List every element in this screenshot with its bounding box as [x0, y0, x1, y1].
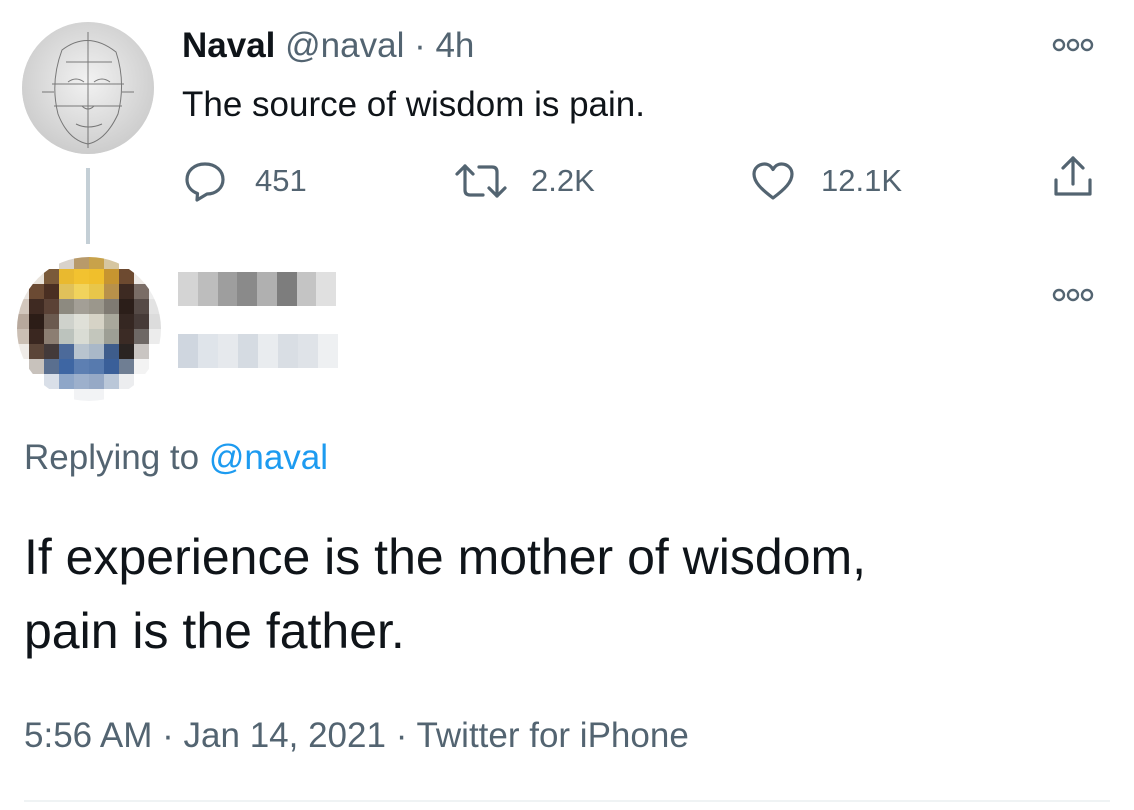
reply-tweet-text: If experience is the mother of wisdom, p…	[24, 520, 1104, 668]
replying-to-mention[interactable]: @naval	[209, 438, 328, 477]
tweet-source: Twitter for iPhone	[416, 716, 689, 755]
author-handle[interactable]: @naval	[285, 26, 404, 65]
reply-text-line-1: If experience is the mother of wisdom,	[24, 529, 867, 585]
parent-tweet-text: The source of wisdom is pain.	[182, 85, 645, 124]
replying-to-line: Replying to @naval	[24, 436, 328, 480]
thread-connector-line	[86, 168, 90, 244]
tweet-metadata: 5:56 AM · Jan 14, 2021 · Twitter for iPh…	[24, 714, 689, 758]
tweet-time[interactable]: 4h	[435, 26, 474, 65]
retweet-icon	[455, 164, 507, 198]
avatar-naval[interactable]	[22, 22, 154, 154]
parent-more-options-button[interactable]	[1052, 36, 1094, 54]
meta-separator-1: ·	[162, 716, 174, 755]
meta-separator-2: ·	[395, 716, 408, 755]
replying-to-label: Replying to	[24, 438, 200, 477]
like-button[interactable]: 12.1K	[751, 160, 902, 202]
tweet-date[interactable]: Jan 14, 2021	[184, 716, 386, 755]
pixelated-avatar-icon[interactable]	[17, 257, 161, 401]
more-options-icon	[1052, 38, 1094, 52]
reply-more-options-button[interactable]	[1052, 286, 1094, 304]
obscured-display-name	[178, 272, 336, 306]
reply-text-line-2: pain is the father.	[24, 603, 405, 659]
reply-count: 451	[255, 163, 307, 198]
retweet-button[interactable]: 2.2K	[453, 160, 595, 202]
tweet-timestamp[interactable]: 5:56 AM	[24, 716, 152, 755]
obscured-handle	[178, 334, 338, 368]
retweet-count: 2.2K	[531, 163, 595, 198]
heart-icon	[752, 162, 794, 200]
bottom-divider	[24, 800, 1110, 802]
parent-tweet-header: Naval @naval · 4h	[182, 26, 474, 66]
like-count: 12.1K	[821, 163, 903, 198]
header-separator: ·	[414, 26, 426, 65]
share-button[interactable]	[1051, 156, 1095, 198]
comment-icon	[185, 162, 225, 202]
sketched-face-avatar-icon	[22, 22, 154, 154]
more-options-icon	[1052, 288, 1094, 302]
author-display-name[interactable]: Naval	[182, 26, 275, 65]
share-icon	[1054, 156, 1092, 196]
reply-button[interactable]: 451	[183, 160, 307, 202]
